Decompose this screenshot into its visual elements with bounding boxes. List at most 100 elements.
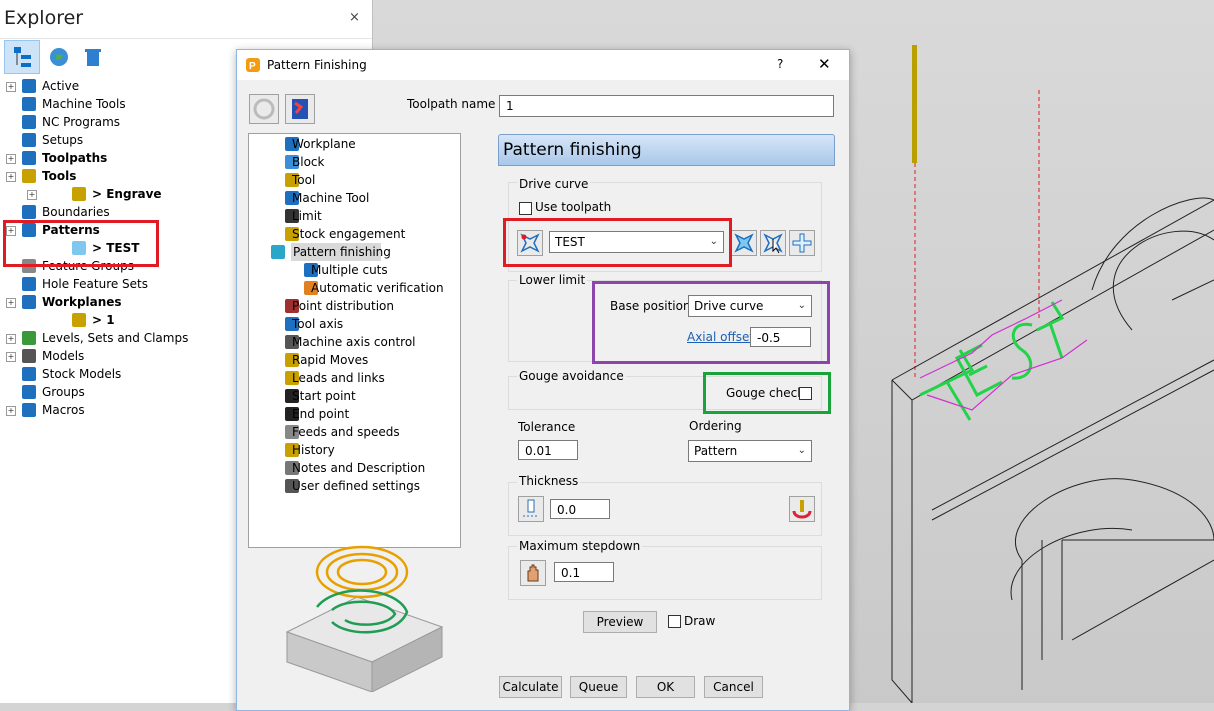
page-tree-item-history[interactable]: History — [249, 441, 458, 459]
groups-icon — [22, 385, 36, 399]
page-tree-item-machine-axis-control[interactable]: Machine axis control — [249, 333, 458, 351]
page-tree-item-tool[interactable]: Tool — [249, 171, 458, 189]
page-tree-item-start-point[interactable]: Start point — [249, 387, 458, 405]
ordering-value: Pattern — [694, 444, 738, 458]
panel-header: Pattern finishing — [498, 134, 835, 166]
page-tree-label: Stock engagement — [292, 227, 406, 241]
thickness-input[interactable]: 0.0 — [550, 499, 610, 519]
pick-pattern-button[interactable] — [760, 230, 786, 256]
toolpath-name-label: Toolpath name — [407, 97, 496, 111]
strategy-illustration — [285, 545, 444, 692]
page-tree-item-limit[interactable]: Limit — [249, 207, 458, 225]
expand-toggle[interactable]: + — [6, 172, 16, 182]
stepdown-input[interactable]: 0.1 — [554, 562, 614, 582]
expand-toggle[interactable]: + — [6, 298, 16, 308]
page-tree-item-multiple-cuts[interactable]: Multiple cuts — [249, 261, 458, 279]
tolerance-input[interactable]: 0.01 — [518, 440, 578, 460]
page-tree-item-user-defined-settings[interactable]: User defined settings — [249, 477, 458, 495]
app-icon: P — [246, 58, 260, 72]
ordering-select[interactable]: Pattern ⌄ — [688, 440, 812, 462]
star-select-icon — [734, 233, 754, 253]
explorer-item-label: Setups — [42, 133, 84, 147]
explorer-item-label: Stock Models — [42, 367, 122, 381]
new-pattern-button[interactable] — [789, 230, 815, 256]
expand-toggle[interactable]: + — [6, 352, 16, 362]
machine-tools-icon — [22, 97, 36, 111]
ok-button[interactable]: OK — [636, 676, 695, 698]
star-cursor-icon — [763, 233, 783, 254]
page-tree-label: Start point — [292, 389, 356, 403]
help-button[interactable]: ? — [777, 57, 783, 71]
globe-icon — [50, 48, 68, 66]
page-tree-item-tool-axis[interactable]: Tool axis — [249, 315, 458, 333]
tool-thickness-icon — [523, 499, 539, 517]
delete-button[interactable] — [78, 42, 108, 72]
dialog-title: Pattern Finishing — [267, 58, 367, 72]
page-tree-item-machine-tool[interactable]: Machine Tool — [249, 189, 458, 207]
boundaries-icon — [22, 205, 36, 219]
page-tree-item-rapid-moves[interactable]: Rapid Moves — [249, 351, 458, 369]
tree-view-button[interactable] — [4, 40, 40, 74]
component-thickness-button[interactable] — [789, 496, 815, 522]
page-tree-label: Tool axis — [292, 317, 344, 331]
block-wireframe — [891, 197, 1214, 704]
dialog-titlebar: P Pattern Finishing ? ✕ — [237, 50, 849, 80]
page-tree-item-block[interactable]: Block — [249, 153, 458, 171]
preview-button[interactable]: Preview — [583, 611, 657, 633]
pattern-finishing-dialog: P Pattern Finishing ? ✕ Toolpath name 1 … — [236, 49, 850, 711]
tool-shank — [912, 45, 917, 163]
page-tree-label: Feeds and speeds — [292, 425, 400, 439]
explorer-item-label: Macros — [42, 403, 85, 417]
expand-toggle[interactable]: + — [6, 82, 16, 92]
explorer-item-label: Groups — [42, 385, 85, 399]
explorer-item-label: > Engrave — [92, 187, 162, 201]
page-tree-item-leads-and-links[interactable]: Leads and links — [249, 369, 458, 387]
use-toolpath-checkbox[interactable] — [519, 202, 532, 215]
lower-limit-label: Lower limit — [517, 273, 588, 287]
page-tree-label: Notes and Description — [292, 461, 426, 475]
page-tree-item-point-distribution[interactable]: Point distribution — [249, 297, 458, 315]
page-tree-label: Rapid Moves — [292, 353, 369, 367]
engrave-pattern — [919, 301, 1065, 421]
page-tree-label: Automatic verification — [311, 281, 444, 295]
page-tree-label: Workplane — [292, 137, 356, 151]
page-tree-label: Tool — [292, 173, 316, 187]
gouge-avoidance-label: Gouge avoidance — [517, 369, 626, 383]
explorer-item-label: NC Programs — [42, 115, 121, 129]
pattern-preview-button[interactable] — [285, 94, 315, 124]
calculate-button[interactable]: Calculate — [499, 676, 562, 698]
svg-text:P: P — [249, 61, 256, 72]
page-tree-item-notes-and-description[interactable]: Notes and Description — [249, 459, 458, 477]
expand-toggle[interactable]: + — [6, 154, 16, 164]
page-tree-item-feeds-and-speeds[interactable]: Feeds and speeds — [249, 423, 458, 441]
workplanes-icon — [22, 295, 36, 309]
explorer-item-label: Hole Feature Sets — [42, 277, 149, 291]
expand-toggle[interactable]: + — [27, 190, 37, 200]
draw-checkbox[interactable] — [668, 615, 681, 628]
explorer-item-label: Boundaries — [42, 205, 110, 219]
page-tree-item-automatic-verification[interactable]: Automatic verification — [249, 279, 458, 297]
queue-button[interactable]: Queue — [570, 676, 627, 698]
page-tree-item-pattern-finishing[interactable]: Pattern finishing — [271, 243, 391, 261]
thickness-tool-button[interactable] — [518, 496, 544, 522]
use-toolpath-label: Use toolpath — [535, 200, 612, 214]
stepdown-button[interactable] — [520, 560, 546, 586]
close-icon[interactable]: × — [349, 10, 360, 25]
page-tree-item-end-point[interactable]: End point — [249, 405, 458, 423]
page-tree-item-stock-engagement[interactable]: Stock engagement — [249, 225, 458, 243]
page-tree-label: Pattern finishing — [293, 245, 391, 259]
web-button[interactable] — [44, 42, 74, 72]
page-tree-label: Limit — [292, 209, 322, 223]
strategy-selector-button[interactable] — [249, 94, 279, 124]
dialog-close-button[interactable]: ✕ — [818, 55, 831, 73]
macros-icon — [22, 403, 36, 417]
page-tree-label: Machine axis control — [292, 335, 416, 349]
draw-label: Draw — [684, 614, 716, 628]
cancel-button[interactable]: Cancel — [704, 676, 763, 698]
page-tree-item-workplane[interactable]: Workplane — [249, 135, 458, 153]
levels-icon — [22, 331, 36, 345]
toolpath-name-input[interactable]: 1 — [499, 95, 834, 117]
expand-toggle[interactable]: + — [6, 334, 16, 344]
expand-toggle[interactable]: + — [6, 406, 16, 416]
select-pattern-button[interactable] — [731, 230, 757, 256]
